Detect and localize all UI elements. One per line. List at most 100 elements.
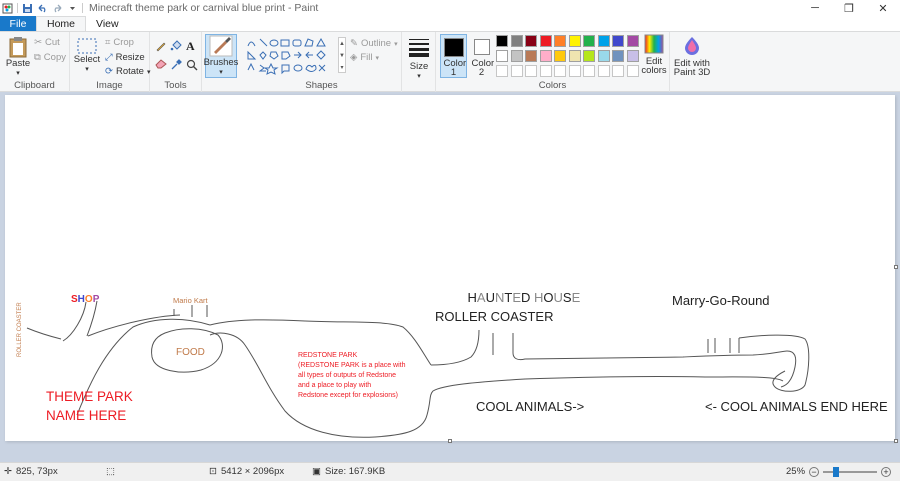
haunted-letter: E — [512, 290, 521, 305]
redstone-park-title: REDSTONE PARK — [298, 352, 358, 359]
palette-swatch[interactable] — [525, 50, 537, 62]
tab-view[interactable]: View — [86, 16, 129, 31]
palette-swatch[interactable] — [510, 35, 523, 47]
cut-button[interactable]: ✂ Cut — [34, 37, 60, 48]
resize-label: Resize — [115, 52, 145, 63]
palette-swatch[interactable] — [626, 50, 639, 62]
selection-icon: ⬚ — [106, 466, 115, 477]
zoom-out-button[interactable]: − — [809, 466, 820, 477]
redo-icon[interactable] — [52, 3, 63, 14]
custom-color-slot[interactable] — [626, 65, 639, 77]
resize-handle-right[interactable] — [894, 265, 898, 269]
size-label: Size — [409, 61, 429, 72]
save-icon[interactable] — [22, 3, 33, 14]
palette-swatch[interactable] — [525, 35, 537, 47]
clipboard-group: Paste ▾ ✂ Cut ⧉ Copy Clipboard — [0, 32, 70, 92]
edit-with-paint3d-button[interactable]: Edit with Paint 3D — [672, 36, 712, 77]
palette-swatch[interactable] — [583, 50, 595, 62]
customize-toolbar-icon[interactable] — [67, 3, 78, 14]
resize-button[interactable]: ⤢ Resize — [105, 52, 145, 63]
palette-swatch[interactable] — [510, 50, 523, 62]
cursor-position-value: 825, 73px — [15, 466, 58, 477]
custom-color-slot[interactable] — [525, 65, 537, 77]
status-bar: ✛ 825, 73px ⬚ ⊡ 5412 × 2096px ▣ Size: 16… — [0, 462, 900, 481]
magnifier-icon[interactable] — [186, 59, 198, 71]
palette-swatch[interactable] — [626, 35, 639, 47]
food-label: FOOD — [176, 347, 205, 358]
fill-label: Fill — [360, 52, 373, 63]
fill-button[interactable]: ◈ Fill ▾ — [350, 52, 379, 63]
undo-icon[interactable] — [37, 3, 48, 14]
palette-swatch[interactable] — [539, 50, 552, 62]
copy-button[interactable]: ⧉ Copy — [34, 52, 66, 63]
palette-swatch[interactable] — [612, 35, 624, 47]
pencil-icon[interactable] — [155, 40, 167, 52]
custom-color-slot[interactable] — [510, 65, 523, 77]
paint-app-icon — [2, 3, 13, 13]
palette-swatch[interactable] — [496, 50, 508, 62]
resize-handle-bottom[interactable] — [448, 439, 452, 443]
custom-color-slot[interactable] — [612, 65, 624, 77]
palette-swatch[interactable] — [554, 50, 566, 62]
haunted-letter: D — [521, 290, 530, 305]
palette-swatch[interactable] — [554, 35, 566, 47]
outline-button[interactable]: ✎ Outline ▾ — [350, 38, 398, 49]
color-picker-icon[interactable] — [170, 59, 182, 71]
tab-home[interactable]: Home — [36, 16, 87, 31]
canvas-area[interactable]: ROLLER COASTER SHOP Mario Kart FOOD THEM… — [0, 92, 900, 462]
custom-color-slot[interactable] — [583, 65, 595, 77]
close-button[interactable]: ✕ — [866, 0, 900, 16]
chevron-down-icon: ▾ — [85, 66, 89, 73]
resize-handle-corner[interactable] — [894, 439, 898, 443]
drawing-canvas[interactable]: ROLLER COASTER SHOP Mario Kart FOOD THEM… — [5, 95, 895, 441]
palette-swatch[interactable] — [597, 35, 610, 47]
ribbon-tabs: File Home View — [0, 16, 900, 31]
chevron-down-icon: ▾ — [375, 54, 379, 62]
select-button[interactable]: Select ▾ — [74, 38, 100, 73]
custom-color-slot[interactable] — [554, 65, 566, 77]
palette-swatch[interactable] — [496, 35, 508, 47]
text-tool-icon[interactable]: A — [186, 39, 195, 54]
shapes-gallery[interactable] — [246, 37, 346, 77]
zoom-slider[interactable] — [823, 466, 878, 477]
color1-button[interactable]: Color 1 — [440, 34, 467, 78]
edit-colors-button[interactable]: Edit colors — [640, 34, 668, 75]
restore-button[interactable]: ❐ — [832, 0, 866, 16]
custom-color-slot[interactable] — [568, 65, 581, 77]
haunted-letter: O — [543, 290, 553, 305]
palette-swatch[interactable] — [583, 35, 595, 47]
crop-button[interactable]: ⌗ Crop — [105, 37, 134, 48]
rotate-button[interactable]: ⟳ Rotate ▾ — [105, 66, 150, 77]
custom-color-slot[interactable] — [597, 65, 610, 77]
custom-color-slot[interactable] — [496, 65, 508, 77]
path-line — [86, 300, 98, 337]
shapes-scroll[interactable]: ▲ ▼ ▾ — [338, 37, 346, 73]
copy-icon: ⧉ — [34, 52, 41, 63]
palette-swatch[interactable] — [612, 50, 624, 62]
path-line — [26, 327, 62, 340]
roller-coaster-label: ROLLER COASTER — [435, 309, 553, 324]
brushes-button[interactable]: Brushes ▾ — [204, 34, 238, 78]
size-button[interactable]: Size ▾ — [407, 37, 431, 80]
fill-bucket-icon[interactable] — [170, 40, 182, 52]
tools-group-label: Tools — [164, 80, 187, 91]
image-group-label: Image — [96, 80, 123, 91]
palette-swatch[interactable] — [597, 50, 610, 62]
palette-swatch[interactable] — [539, 35, 552, 47]
zoom-in-button[interactable]: + — [881, 466, 892, 477]
cool-animals-end-label: <- COOL ANIMALS END HERE — [705, 399, 888, 414]
copy-label: Copy — [43, 52, 66, 63]
tab-file[interactable]: File — [0, 16, 36, 31]
paste-button[interactable]: Paste ▾ — [5, 36, 31, 77]
custom-color-slot[interactable] — [539, 65, 552, 77]
paint3d-icon — [685, 37, 699, 55]
zoom-slider-thumb[interactable] — [833, 466, 840, 477]
color2-button[interactable]: Color 2 — [469, 34, 494, 77]
palette-swatch[interactable] — [568, 50, 581, 62]
haunted-house-label: HAUNTED HOUSE — [435, 290, 606, 305]
minimize-button[interactable]: ─ — [798, 0, 832, 16]
eraser-icon[interactable] — [155, 59, 167, 69]
redstone-desc-line: all types of outputs of Redstone — [298, 372, 396, 379]
size-group: Size ▾ — [402, 32, 436, 92]
palette-swatch[interactable] — [568, 35, 581, 47]
